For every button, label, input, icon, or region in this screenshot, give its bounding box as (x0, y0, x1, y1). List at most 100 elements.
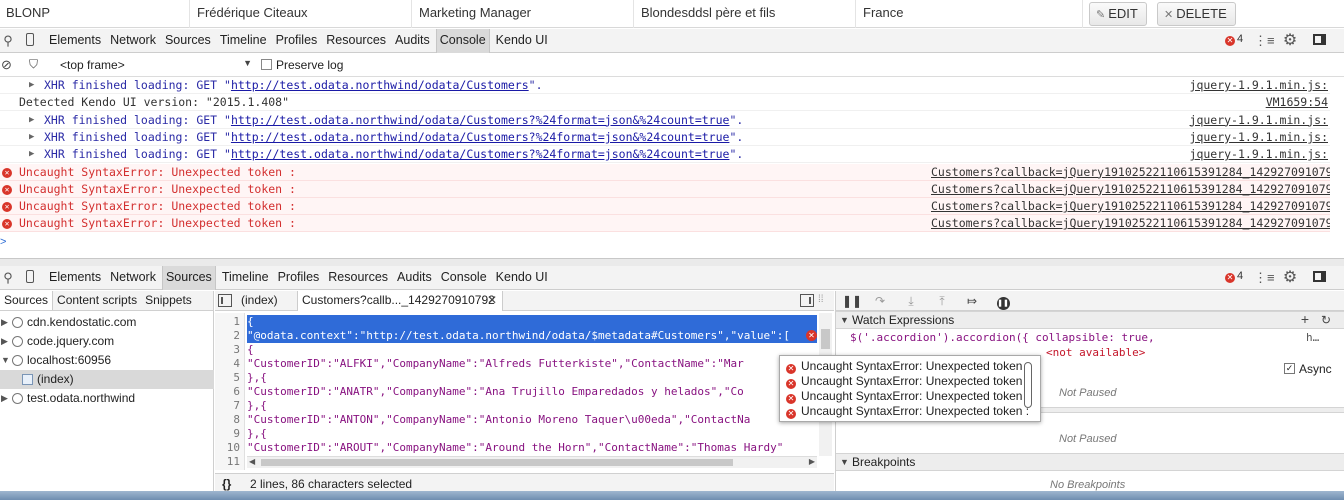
request-url-link[interactable]: http://test.odata.northwind/odata/Custom… (231, 78, 529, 92)
tab-profiles[interactable]: Profiles (273, 29, 321, 53)
grid-cell-country[interactable]: France (857, 0, 1083, 28)
tab-profiles[interactable]: Profiles (275, 266, 323, 290)
tree-item[interactable]: ▶ test.odata.northwind (0, 389, 214, 408)
source-link[interactable]: jquery-1.9.1.min.js: (1190, 146, 1328, 162)
toggle-navigator-icon[interactable] (218, 294, 232, 307)
async-checkbox[interactable]: ✓ (1284, 363, 1295, 374)
tab-kendo-ui[interactable]: Kendo UI (493, 29, 551, 53)
tab-customers-callback[interactable]: Customers?callb..._1429270910792 ✕ (297, 291, 503, 311)
tab-elements[interactable]: Elements (46, 266, 104, 290)
step-into-icon[interactable]: ⤓ (903, 293, 919, 309)
toggle-debugger-icon[interactable] (800, 294, 814, 307)
pane-grip-icon[interactable]: ⁞⁞ (818, 294, 824, 305)
source-link[interactable]: VM1659:54 (1266, 94, 1328, 110)
tab-audits[interactable]: Audits (392, 29, 433, 53)
tab-network[interactable]: Network (107, 266, 159, 290)
log-suffix: ". (528, 78, 543, 92)
dock-icon[interactable] (1311, 33, 1327, 49)
search-icon[interactable]: ⚲ (0, 33, 16, 49)
tree-item[interactable]: ▼ localhost:60956 (0, 351, 214, 370)
tree-item[interactable]: (index) (0, 370, 214, 389)
scroll-right-icon[interactable]: ▶ (809, 457, 815, 466)
expand-arrow-icon[interactable]: ▶ (29, 146, 34, 162)
expanded-arrow-icon[interactable]: ▼ (1, 351, 10, 370)
tab-resources[interactable]: Resources (325, 266, 391, 290)
expand-arrow-icon[interactable]: ▶ (29, 77, 34, 93)
watch-expressions-header[interactable]: ▼ Watch Expressions + ↻ (836, 311, 1344, 329)
step-out-icon[interactable]: ⤒ (934, 293, 950, 309)
clear-console-icon[interactable]: ⊘ (1, 57, 12, 73)
collapsed-arrow-icon[interactable]: ▶ (1, 313, 8, 332)
grid-cell-id[interactable]: BLONP (0, 0, 190, 28)
grid-cell-company[interactable]: Blondesddsl père et fils (635, 0, 856, 28)
tab-sources[interactable]: Sources (162, 29, 214, 53)
refresh-icon[interactable]: ↻ (1321, 312, 1331, 329)
grid-cell-title[interactable]: Marketing Manager (413, 0, 634, 28)
tab-elements[interactable]: Elements (46, 29, 104, 53)
source-link[interactable]: jquery-1.9.1.min.js: (1190, 129, 1328, 145)
breakpoints-header[interactable]: ▼ Breakpoints (836, 453, 1344, 471)
request-url-link[interactable]: http://test.odata.northwind/odata/Custom… (231, 130, 730, 144)
filter-icon[interactable]: ⛉ (29, 57, 38, 72)
collapse-arrow-icon: ▼ (840, 457, 849, 467)
tab-sources[interactable]: Sources (161, 266, 216, 290)
search-icon[interactable]: ⚲ (0, 270, 16, 286)
source-link[interactable]: Customers?callback=jQuery191025221106153… (931, 181, 1330, 197)
source-link[interactable]: jquery-1.9.1.min.js: (1190, 112, 1328, 128)
error-icon: ✕ (786, 409, 796, 419)
navigator-tab-sources[interactable]: Sources (0, 291, 54, 310)
tab-network[interactable]: Network (107, 29, 159, 53)
console-prompt[interactable]: > (0, 236, 6, 248)
navigator-tab-snippets[interactable]: Snippets (141, 291, 196, 310)
inline-error-icon[interactable]: ✕ (806, 330, 817, 341)
error-icon: ✕ (786, 394, 796, 404)
popover-error-text: Uncaught SyntaxError: Unexpected token : (801, 374, 1030, 388)
tab-timeline[interactable]: Timeline (219, 266, 272, 290)
frame-select[interactable]: <top frame> ▼ (60, 58, 252, 72)
tree-item[interactable]: ▶ cdn.kendostatic.com (0, 313, 214, 332)
gear-icon[interactable]: ⚙ (1282, 270, 1298, 286)
step-over-icon[interactable]: ↷ (872, 293, 888, 309)
edit-button[interactable]: ✎ EDIT (1089, 2, 1147, 26)
tab-console[interactable]: Console (438, 266, 490, 290)
device-mode-icon[interactable] (22, 33, 38, 49)
tab-kendo-ui[interactable]: Kendo UI (493, 266, 551, 290)
log-suffix: ". (729, 147, 744, 162)
error-counter[interactable]: ✕ 4 (1225, 33, 1243, 46)
source-link[interactable]: jquery-1.9.1.min.js: (1190, 77, 1328, 93)
editor-horizontal-scrollbar[interactable]: ◀ ▶ (247, 456, 817, 468)
request-url-link[interactable]: http://test.odata.northwind/odata/Custom… (231, 147, 730, 161)
tab-resources[interactable]: Resources (323, 29, 389, 53)
pause-icon[interactable]: ❚❚ (842, 293, 862, 309)
close-icon[interactable]: ✕ (487, 291, 497, 310)
add-watch-icon[interactable]: + (1301, 311, 1309, 328)
watch-expression[interactable]: $('.accordion').accordion({ collapsible:… (850, 331, 1155, 344)
gear-icon[interactable]: ⚙ (1282, 33, 1298, 49)
drawer-toggle-icon[interactable]: ⋮≡ (1254, 33, 1275, 49)
delete-button[interactable]: ✕ DELETE (1157, 2, 1236, 26)
dock-icon[interactable] (1311, 270, 1327, 286)
drawer-toggle-icon[interactable]: ⋮≡ (1254, 270, 1275, 286)
source-link[interactable]: Customers?callback=jQuery191025221106153… (931, 198, 1330, 214)
tree-item[interactable]: ▶ code.jquery.com (0, 332, 214, 351)
tab-console[interactable]: Console (435, 29, 490, 53)
scroll-left-icon[interactable]: ◀ (249, 457, 255, 466)
tab-timeline[interactable]: Timeline (217, 29, 270, 53)
popover-scrollbar[interactable] (1024, 362, 1032, 408)
tab-index[interactable]: (index) (237, 291, 282, 311)
pause-on-exceptions-icon[interactable]: ❚❚ (995, 293, 1011, 310)
navigator-tab-content-scripts[interactable]: Content scripts (53, 291, 141, 310)
collapsed-arrow-icon[interactable]: ▶ (1, 332, 8, 351)
request-url-link[interactable]: http://test.odata.northwind/odata/Custom… (231, 113, 730, 127)
device-mode-icon[interactable] (22, 270, 38, 286)
deactivate-breakpoints-icon[interactable]: ⤇ (964, 293, 980, 309)
tab-audits[interactable]: Audits (394, 266, 435, 290)
source-link[interactable]: Customers?callback=jQuery191025221106153… (931, 215, 1330, 231)
grid-cell-contact[interactable]: Frédérique Citeaux (191, 0, 412, 28)
source-link[interactable]: Customers?callback=jQuery191025221106153… (931, 164, 1330, 180)
expand-arrow-icon[interactable]: ▶ (29, 129, 34, 145)
collapsed-arrow-icon[interactable]: ▶ (1, 389, 8, 408)
expand-arrow-icon[interactable]: ▶ (29, 112, 34, 128)
error-counter[interactable]: ✕ 4 (1225, 270, 1243, 283)
preserve-log-checkbox[interactable] (261, 59, 272, 70)
